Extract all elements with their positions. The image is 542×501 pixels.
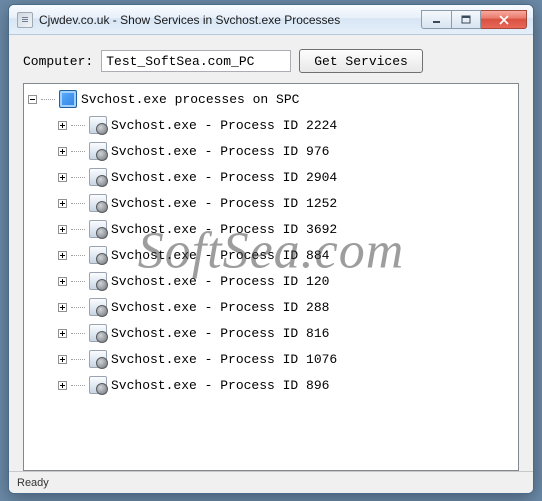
expand-icon[interactable] [58, 329, 67, 338]
tree-root-node[interactable]: Svchost.exe processes on SPC [28, 90, 514, 108]
service-icon [89, 272, 107, 290]
expand-icon[interactable] [58, 303, 67, 312]
tree-connector [71, 307, 85, 308]
tree-item-label: Svchost.exe - Process ID 1076 [111, 352, 337, 367]
window-title: Cjwdev.co.uk - Show Services in Svchost.… [39, 13, 421, 27]
tree-item-label: Svchost.exe - Process ID 120 [111, 274, 329, 289]
expand-icon[interactable] [58, 251, 67, 260]
status-bar: Ready [9, 471, 533, 493]
tree-item[interactable]: Svchost.exe - Process ID 816 [58, 320, 514, 346]
titlebar[interactable]: Cjwdev.co.uk - Show Services in Svchost.… [9, 5, 533, 35]
close-icon [498, 15, 510, 25]
tree-item[interactable]: Svchost.exe - Process ID 120 [58, 268, 514, 294]
tree-connector [71, 151, 85, 152]
tree-item-label: Svchost.exe - Process ID 2224 [111, 118, 337, 133]
tree-item[interactable]: Svchost.exe - Process ID 896 [58, 372, 514, 398]
tree-connector [41, 99, 55, 100]
expand-icon[interactable] [58, 173, 67, 182]
collapse-icon[interactable] [28, 95, 37, 104]
service-icon [89, 324, 107, 342]
service-icon [89, 298, 107, 316]
tree-item-label: Svchost.exe - Process ID 896 [111, 378, 329, 393]
tree-item[interactable]: Svchost.exe - Process ID 3692 [58, 216, 514, 242]
service-icon [89, 142, 107, 160]
tree-connector [71, 385, 85, 386]
expand-icon[interactable] [58, 381, 67, 390]
tree-item-label: Svchost.exe - Process ID 1252 [111, 196, 337, 211]
get-services-button[interactable]: Get Services [299, 49, 423, 73]
minimize-button[interactable] [421, 10, 451, 29]
tree-connector [71, 177, 85, 178]
maximize-button[interactable] [451, 10, 481, 29]
service-icon [89, 194, 107, 212]
tree-item-label: Svchost.exe - Process ID 884 [111, 248, 329, 263]
tree-connector [71, 125, 85, 126]
tree-connector [71, 255, 85, 256]
client-area: Computer: Get Services Svchost.exe proce… [9, 35, 533, 471]
tree-item-label: Svchost.exe - Process ID 816 [111, 326, 329, 341]
tree-item[interactable]: Svchost.exe - Process ID 288 [58, 294, 514, 320]
tree-item[interactable]: Svchost.exe - Process ID 2904 [58, 164, 514, 190]
status-text: Ready [17, 477, 49, 489]
tree-item[interactable]: Svchost.exe - Process ID 2224 [58, 112, 514, 138]
service-icon [89, 376, 107, 394]
service-icon [89, 220, 107, 238]
expand-icon[interactable] [58, 225, 67, 234]
tree-connector [71, 359, 85, 360]
expand-icon[interactable] [58, 121, 67, 130]
expand-icon[interactable] [58, 277, 67, 286]
minimize-icon [432, 16, 442, 24]
computer-input[interactable] [101, 50, 291, 72]
tree-item-label: Svchost.exe - Process ID 288 [111, 300, 329, 315]
tree-connector [71, 229, 85, 230]
tree-root-label: Svchost.exe processes on SPC [81, 92, 299, 107]
expand-icon[interactable] [58, 355, 67, 364]
window-controls [421, 10, 527, 29]
tree-children: Svchost.exe - Process ID 2224 Svchost.exe… [28, 112, 514, 398]
tree-item-label: Svchost.exe - Process ID 976 [111, 144, 329, 159]
tree-connector [71, 281, 85, 282]
tree-connector [71, 203, 85, 204]
tree-item[interactable]: Svchost.exe - Process ID 1252 [58, 190, 514, 216]
app-window: Cjwdev.co.uk - Show Services in Svchost.… [8, 4, 534, 494]
service-icon [89, 116, 107, 134]
tree-view[interactable]: Svchost.exe processes on SPC Svchost.exe… [23, 83, 519, 471]
tree-item-label: Svchost.exe - Process ID 2904 [111, 170, 337, 185]
app-icon [17, 12, 33, 28]
tree-connector [71, 333, 85, 334]
expand-icon[interactable] [58, 199, 67, 208]
service-icon [89, 350, 107, 368]
toolbar: Computer: Get Services [23, 49, 519, 73]
tree-item-label: Svchost.exe - Process ID 3692 [111, 222, 337, 237]
service-icon [89, 246, 107, 264]
tree-item[interactable]: Svchost.exe - Process ID 884 [58, 242, 514, 268]
service-icon [89, 168, 107, 186]
computer-label: Computer: [23, 54, 93, 69]
tree-item[interactable]: Svchost.exe - Process ID 976 [58, 138, 514, 164]
maximize-icon [461, 15, 471, 25]
expand-icon[interactable] [58, 147, 67, 156]
close-button[interactable] [481, 10, 527, 29]
computer-icon [59, 90, 77, 108]
tree-item[interactable]: Svchost.exe - Process ID 1076 [58, 346, 514, 372]
